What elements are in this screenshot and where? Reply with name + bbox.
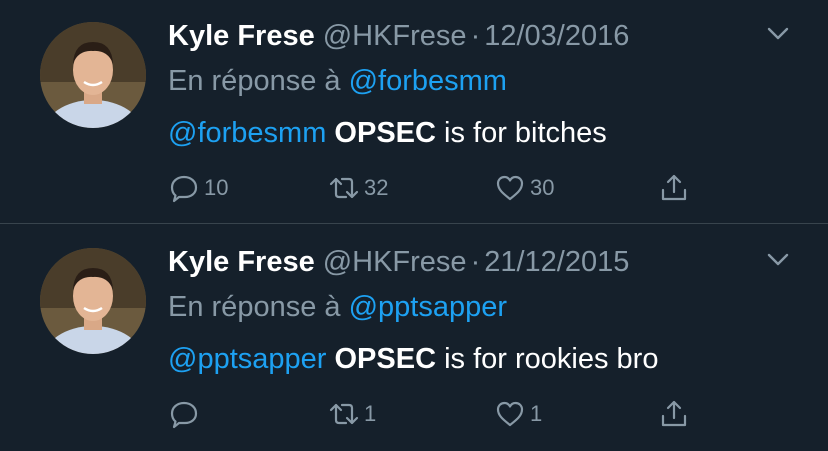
header-separator: · (470, 246, 481, 278)
reply-prefix: En réponse à (168, 291, 341, 323)
share-icon (661, 400, 687, 427)
retweet-icon (329, 403, 359, 425)
tweet-actions: 1 1 (168, 394, 708, 434)
tweet-actions: 10 32 30 (168, 168, 708, 208)
tweet-header: Kyle Frese @HKFrese · 12/03/2016 (168, 16, 629, 56)
avatar[interactable] (40, 248, 146, 354)
retweet-button[interactable]: 32 (328, 168, 388, 208)
mention-link[interactable]: @forbesmm (168, 117, 326, 149)
share-button[interactable] (658, 394, 690, 434)
chevron-down-icon[interactable] (764, 24, 792, 44)
reply-context: En réponse à @forbesmm (168, 61, 507, 101)
tweet-date[interactable]: 12/03/2016 (484, 20, 629, 52)
retweet-count: 32 (364, 175, 389, 200)
retweet-button[interactable]: 1 (328, 394, 376, 434)
author-name[interactable]: Kyle Frese (168, 246, 315, 278)
heart-icon (496, 401, 524, 427)
like-button[interactable]: 30 (494, 168, 554, 208)
tweet[interactable]: Kyle Frese @HKFrese · 12/03/2016 En réponse… (0, 0, 828, 223)
reply-icon (170, 175, 198, 203)
like-count: 1 (530, 401, 543, 426)
tweet-text-rest: is for bitches (444, 117, 607, 149)
timeline: Kyle Frese @HKFrese · 12/03/2016 En réponse… (0, 0, 828, 451)
reply-context: En réponse à @pptsapper (168, 287, 507, 327)
reply-to-link[interactable]: @pptsapper (349, 291, 507, 323)
tweet-date[interactable]: 21/12/2015 (484, 246, 629, 278)
avatar[interactable] (40, 22, 146, 128)
tweet-text-bold: OPSEC (334, 343, 437, 375)
reply-button[interactable]: 10 (168, 168, 228, 208)
author-handle[interactable]: @HKFrese (323, 246, 467, 278)
header-separator: · (470, 20, 481, 52)
tweet-text: @pptsapper OPSEC is for rookies bro (168, 339, 658, 379)
share-button[interactable] (658, 168, 690, 208)
mention-link[interactable]: @pptsapper (168, 343, 326, 375)
tweet-header: Kyle Frese @HKFrese · 21/12/2015 (168, 242, 629, 282)
author-name[interactable]: Kyle Frese (168, 20, 315, 52)
like-button[interactable]: 1 (494, 394, 542, 434)
chevron-down-icon[interactable] (764, 250, 792, 270)
reply-count: 10 (204, 175, 229, 200)
retweet-count: 1 (364, 401, 377, 426)
share-icon (661, 174, 687, 201)
reply-prefix: En réponse à (168, 65, 341, 97)
heart-icon (496, 175, 524, 201)
avatar-image (40, 22, 146, 128)
tweet-text: @forbesmm OPSEC is for bitches (168, 113, 607, 153)
tweet[interactable]: Kyle Frese @HKFrese · 21/12/2015 En réponse… (0, 224, 828, 451)
retweet-icon (329, 177, 359, 199)
tweet-text-rest: is for rookies bro (444, 343, 659, 375)
like-count: 30 (530, 175, 555, 200)
avatar-image (40, 248, 146, 354)
reply-icon (170, 401, 198, 429)
reply-button[interactable] (168, 394, 204, 434)
reply-to-link[interactable]: @forbesmm (349, 65, 507, 97)
author-handle[interactable]: @HKFrese (323, 20, 467, 52)
tweet-text-bold: OPSEC (334, 117, 436, 149)
